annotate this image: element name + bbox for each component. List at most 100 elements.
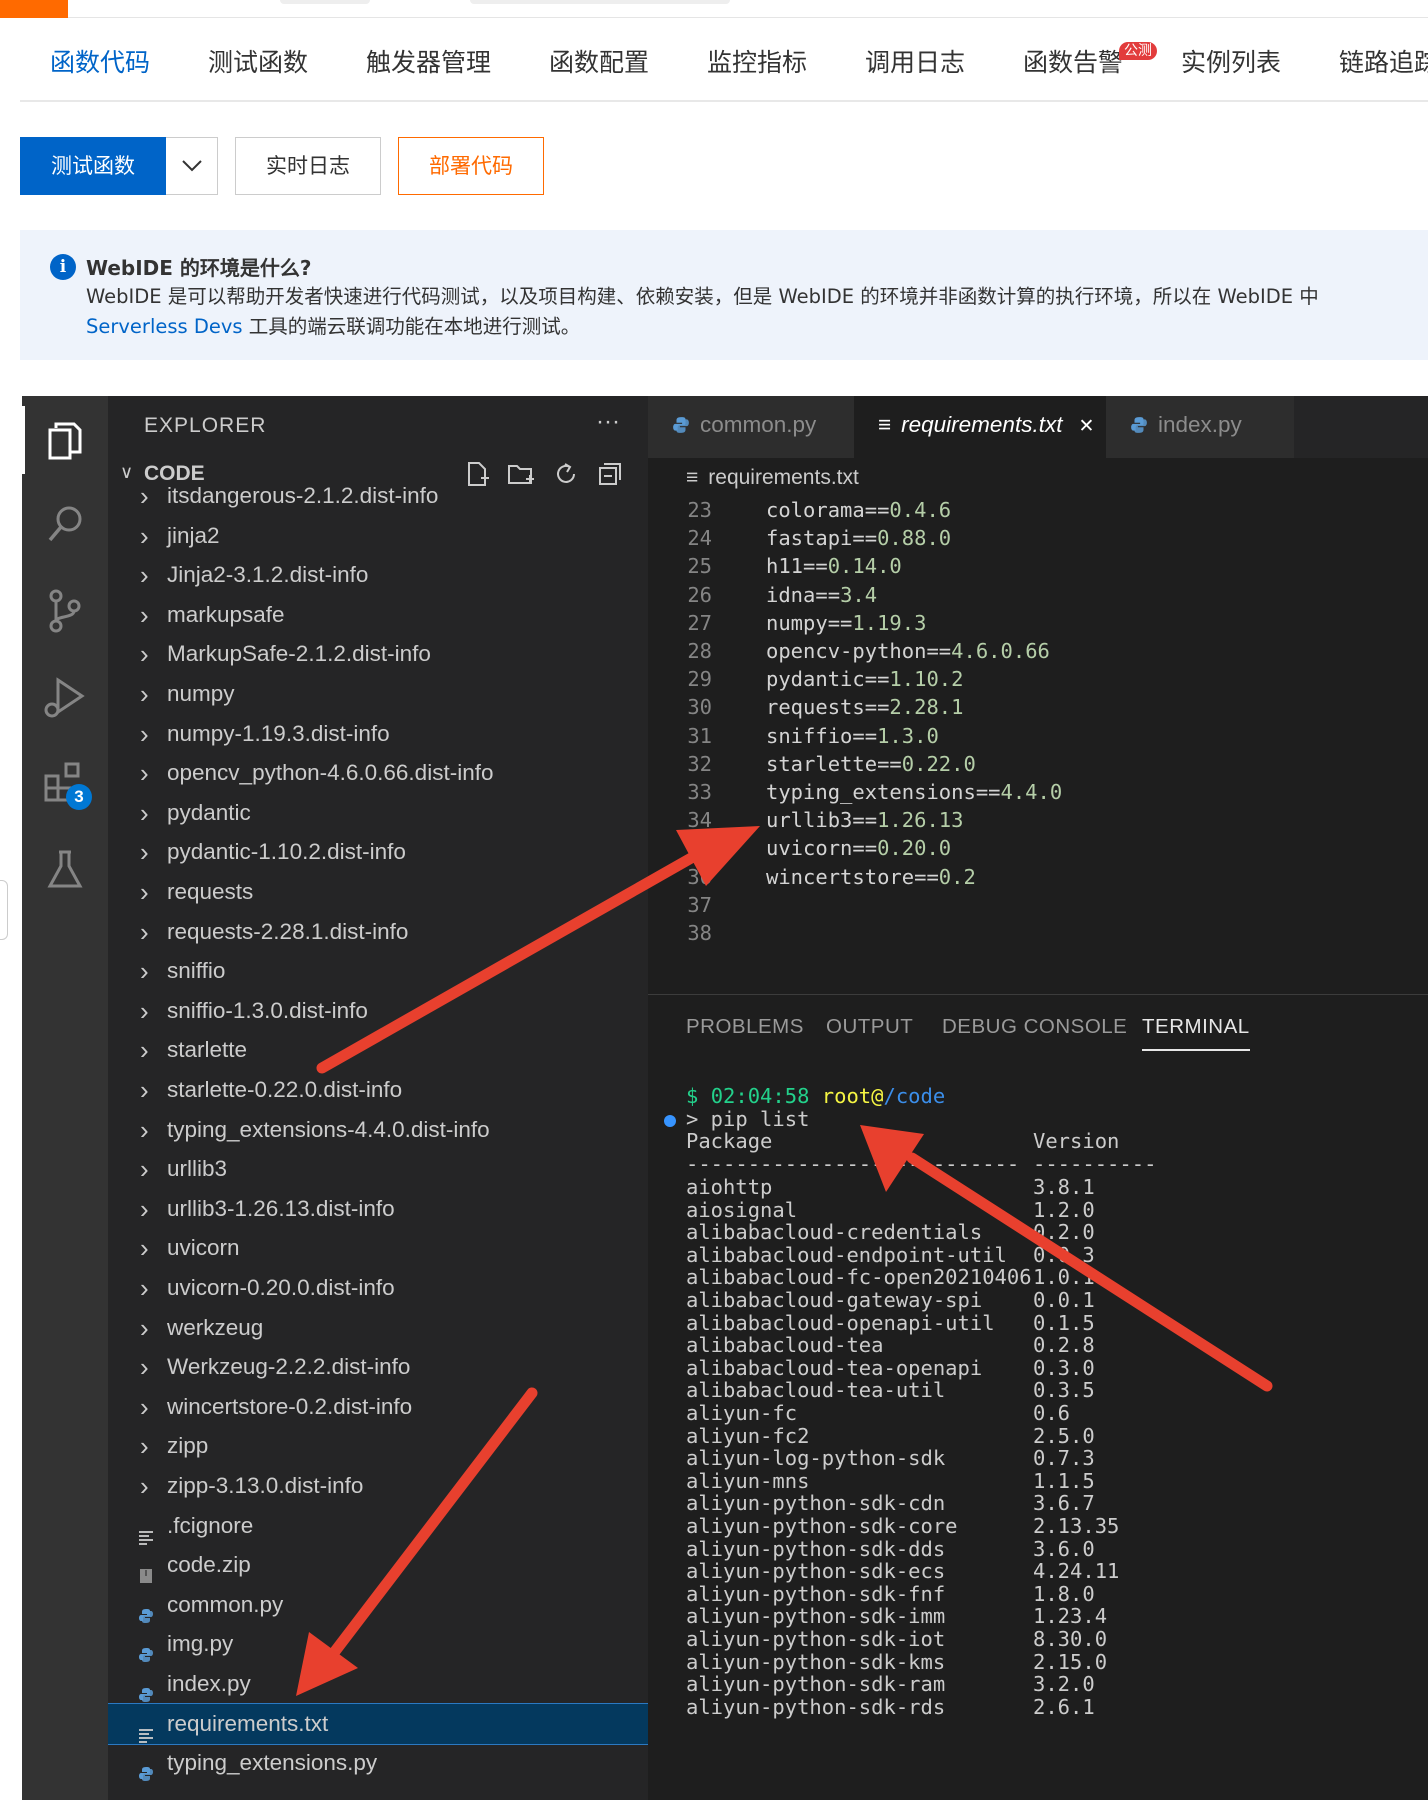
line-text: typing_extensions==4.4.0 [766, 776, 1062, 808]
run-debug-icon[interactable] [40, 672, 90, 722]
more-actions-icon[interactable]: ··· [596, 408, 620, 436]
source-control-icon[interactable] [40, 586, 90, 636]
folder-item[interactable]: › typing_extensions-4.4.0.dist-info [108, 1110, 648, 1150]
folder-item[interactable]: › urllib3-1.26.13.dist-info [108, 1189, 648, 1229]
package-version: 0.88.0 [877, 526, 952, 551]
package-version: 2.6.1 [1033, 1694, 1095, 1719]
line-text: h11==0.14.0 [766, 550, 902, 582]
chevron-right-icon: › [140, 1233, 149, 1264]
search-icon[interactable] [40, 500, 90, 550]
folder-item[interactable]: › requests [108, 872, 648, 912]
folder-item[interactable]: › itsdangerous-2.1.2.dist-info [108, 476, 648, 516]
python-file-icon [672, 398, 690, 433]
explorer-icon[interactable] [40, 414, 90, 464]
folder-item[interactable]: › zipp-3.13.0.dist-info [108, 1466, 648, 1506]
serverless-devs-link[interactable]: Serverless Devs [86, 315, 243, 338]
editor-tab[interactable]: index.py [1106, 396, 1294, 458]
tab-function-alerts[interactable]: 函数告警 公测 [1023, 36, 1157, 100]
folder-item[interactable]: › jinja2 [108, 516, 648, 556]
tab-terminal[interactable]: TERMINAL [1142, 1015, 1250, 1051]
tab-tracing[interactable]: 链路追踪 [1339, 36, 1428, 100]
folder-item[interactable]: › numpy [108, 674, 648, 714]
file-item[interactable]: requirements.txt [108, 1702, 648, 1745]
file-item[interactable]: code.zip [108, 1545, 648, 1585]
top-strip [0, 0, 1428, 18]
testing-icon[interactable] [40, 844, 90, 894]
folder-item[interactable]: › uvicorn-0.20.0.dist-info [108, 1268, 648, 1308]
file-item[interactable]: img.py [108, 1624, 648, 1664]
editor-tab[interactable]: ≡ requirements.txt ✕ [854, 396, 1106, 458]
chevron-right-icon: › [140, 1035, 149, 1066]
file-item[interactable]: typing_extensions.py [108, 1743, 648, 1783]
top-pill[interactable] [280, 0, 370, 4]
explorer-title: EXPLORER [144, 414, 267, 437]
package-name: fastapi== [766, 526, 878, 551]
item-label: uvicorn-0.20.0.dist-info [167, 1275, 395, 1300]
tab-debug-console[interactable]: DEBUG CONSOLE [942, 1015, 1127, 1039]
active-indicator [22, 406, 25, 474]
line-text: urllib3==1.26.13 [766, 804, 964, 836]
folder-item[interactable]: › markupsafe [108, 595, 648, 635]
folder-item[interactable]: › urllib3 [108, 1149, 648, 1189]
item-label: werkzeug [167, 1314, 264, 1340]
python-file-icon [1130, 398, 1148, 433]
line-text: pydantic==1.10.2 [766, 663, 963, 695]
package-name: numpy== [766, 610, 853, 635]
side-handle[interactable] [0, 880, 8, 940]
folder-item[interactable]: › Jinja2-3.1.2.dist-info [108, 555, 648, 595]
tab-function-config[interactable]: 函数配置 [549, 36, 650, 100]
folder-item[interactable]: › Werkzeug-2.2.2.dist-info [108, 1347, 648, 1387]
realtime-logs-button[interactable]: 实时日志 [235, 137, 381, 195]
folder-item[interactable]: › pydantic-1.10.2.dist-info [108, 832, 648, 872]
tab-problems[interactable]: PROBLEMS [686, 1015, 804, 1039]
package-version: 2.28.1 [889, 695, 964, 720]
tab-output[interactable]: OUTPUT [826, 1015, 913, 1039]
file-item[interactable]: common.py [108, 1585, 648, 1625]
folder-item[interactable]: › uvicorn [108, 1228, 648, 1268]
item-label: typing_extensions.py [167, 1750, 378, 1776]
tab-instance-list[interactable]: 实例列表 [1181, 36, 1281, 100]
line-text: numpy==1.19.3 [766, 607, 926, 639]
test-function-button[interactable]: 测试函数 [20, 137, 166, 195]
item-label: itsdangerous-2.1.2.dist-info [167, 483, 439, 508]
folder-item[interactable]: › MarkupSafe-2.1.2.dist-info [108, 634, 648, 674]
tab-trigger-management[interactable]: 触发器管理 [366, 36, 491, 100]
item-label: typing_extensions-4.4.0.dist-info [167, 1116, 490, 1142]
package-name: idna== [766, 582, 841, 607]
package-version: 4.4.0 [1000, 780, 1063, 804]
chevron-right-icon: › [140, 1431, 149, 1462]
file-item[interactable]: index.py [108, 1664, 648, 1704]
tab-monitoring[interactable]: 监控指标 [707, 36, 807, 100]
folder-item[interactable]: › zipp [108, 1426, 648, 1466]
test-options-dropdown[interactable] [166, 137, 218, 195]
code-line: 34 urllib3==1.26.13 [648, 804, 1428, 836]
folder-item[interactable]: › pydantic [108, 793, 648, 833]
package-version: 1.19.3 [852, 610, 927, 635]
tab-label: 函数配置 [549, 48, 650, 77]
top-pill[interactable] [470, 0, 730, 4]
editor-tab[interactable]: common.py [648, 396, 854, 458]
folder-item[interactable]: › requests-2.28.1.dist-info [108, 912, 648, 952]
breadcrumb[interactable]: ≡ requirements.txt [686, 466, 859, 490]
chevron-right-icon: › [140, 1391, 149, 1422]
item-label: .fcignore [167, 1512, 254, 1538]
folder-item[interactable]: › sniffio [108, 951, 648, 991]
item-label: img.py [167, 1631, 234, 1657]
file-item[interactable]: .fcignore [108, 1506, 648, 1546]
deploy-code-button[interactable]: 部署代码 [398, 137, 544, 195]
folder-item[interactable]: › wincertstore-0.2.dist-info [108, 1387, 648, 1427]
folder-item[interactable]: › starlette-0.22.0.dist-info [108, 1070, 648, 1110]
item-label: opencv_python-4.6.0.66.dist-info [167, 760, 494, 786]
folder-item[interactable]: › starlette [108, 1030, 648, 1070]
close-icon[interactable]: ✕ [1078, 416, 1094, 437]
tab-function-code[interactable]: 函数代码 [50, 36, 150, 100]
item-label: requirements.txt [167, 1710, 329, 1736]
folder-item[interactable]: › sniffio-1.3.0.dist-info [108, 991, 648, 1031]
prompt-time: 02:04:58 [710, 1084, 810, 1108]
folder-item[interactable]: › numpy-1.19.3.dist-info [108, 714, 648, 754]
tab-test-function[interactable]: 测试函数 [208, 36, 308, 100]
folder-item[interactable]: › opencv_python-4.6.0.66.dist-info [108, 753, 648, 793]
folder-item[interactable]: › werkzeug [108, 1308, 648, 1348]
tab-invocation-logs[interactable]: 调用日志 [865, 36, 965, 100]
package-version: 1.26.13 [877, 808, 964, 833]
